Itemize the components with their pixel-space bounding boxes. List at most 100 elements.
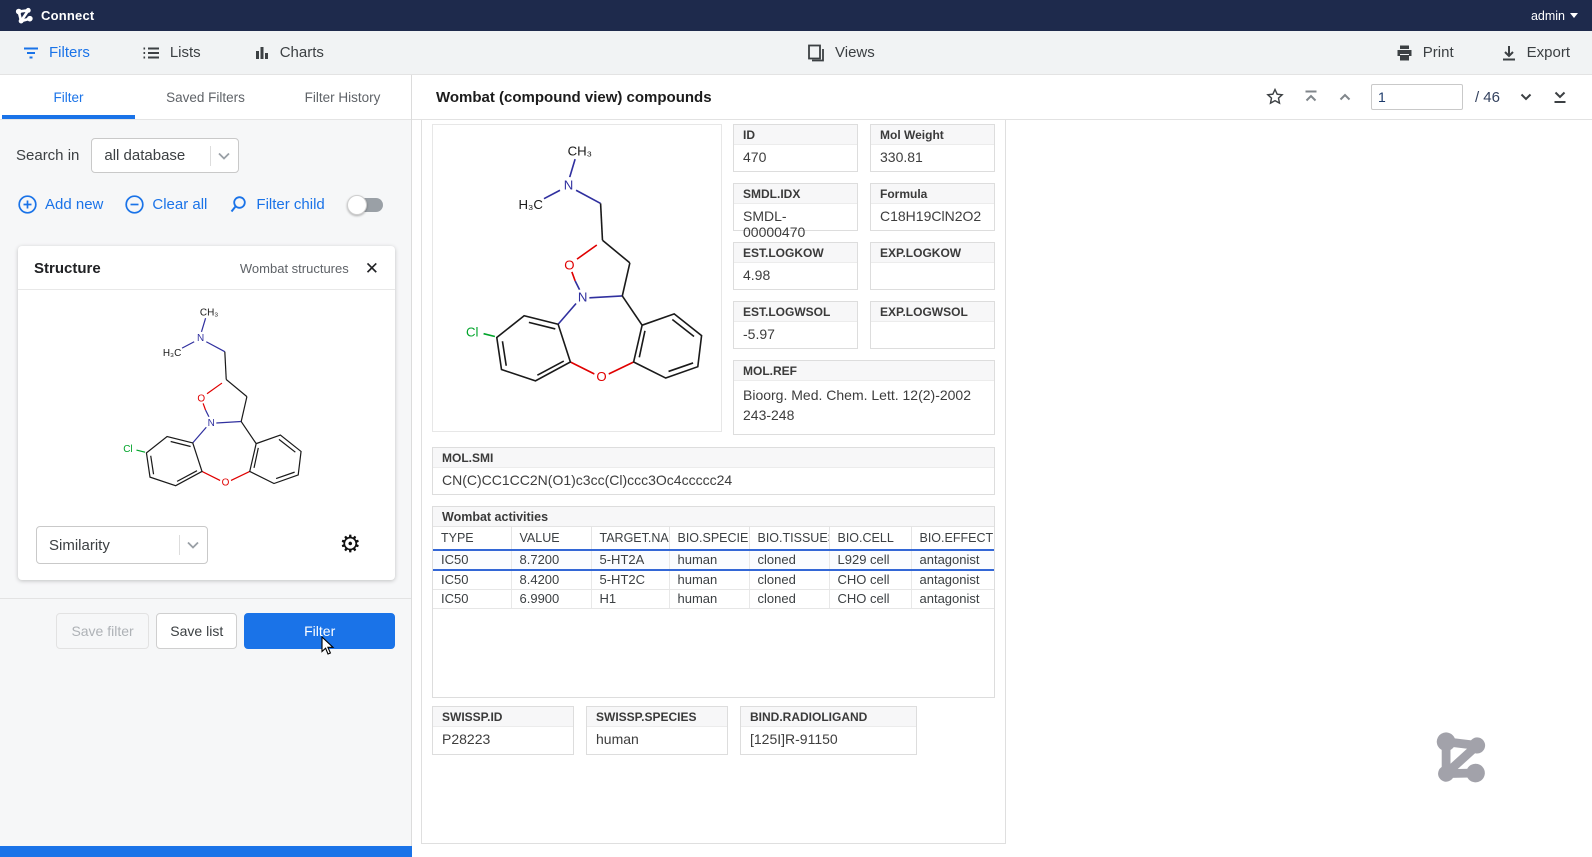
save-list-button[interactable]: Save list — [156, 613, 237, 649]
filter-button[interactable]: Filter — [244, 613, 395, 649]
field-label: EXP.LOGWSOL — [871, 302, 994, 322]
user-menu[interactable]: admin — [1531, 9, 1578, 23]
clear-all-button[interactable]: Clear all — [125, 195, 207, 214]
list-icon — [142, 44, 161, 62]
close-icon[interactable]: ✕ — [365, 260, 379, 277]
search-filter-icon — [229, 195, 248, 214]
field-est-logwsol: EST.LOGWSOL -5.97 — [733, 301, 858, 349]
download-icon — [1500, 44, 1518, 62]
col-bio-species[interactable]: BIO.SPECIES — [669, 527, 749, 550]
table-row[interactable]: IC50 6.9900 H1 human cloned CHO cell ant… — [433, 589, 995, 608]
col-type[interactable]: TYPE — [433, 527, 511, 550]
filter-icon — [22, 44, 40, 62]
cell: 6.9900 — [511, 589, 591, 608]
add-new-button[interactable]: Add new — [18, 195, 103, 214]
table-row[interactable]: IC50 8.4200 5-HT2C human cloned CHO cell… — [433, 570, 995, 590]
cell: cloned — [749, 550, 829, 570]
toolbar-views[interactable]: Views — [806, 43, 875, 63]
col-target-name[interactable]: TARGET.NAME — [591, 527, 669, 550]
col-bio-effect[interactable]: BIO.EFFECT — [911, 527, 995, 550]
molecule-structure-panel[interactable] — [432, 124, 722, 432]
cell: antagonist — [911, 589, 995, 608]
field-value: -5.97 — [734, 322, 857, 350]
cell: 5-HT2A — [591, 550, 669, 570]
connect-logo-icon — [14, 6, 33, 25]
favorite-star-icon[interactable] — [1265, 87, 1285, 107]
field-est-logkow: EST.LOGKOW 4.98 — [733, 242, 858, 290]
col-value[interactable]: VALUE — [511, 527, 591, 550]
toolbar-export-label: Export — [1527, 44, 1570, 61]
activities-title: Wombat activities — [433, 507, 994, 527]
field-label: ID — [734, 125, 857, 145]
filter-child-toggle[interactable] — [349, 198, 383, 212]
similarity-select-value: Similarity — [49, 537, 169, 554]
select-divider — [179, 535, 180, 555]
field-value: 4.98 — [734, 263, 857, 291]
field-value: 470 — [734, 145, 857, 173]
cell: cloned — [749, 570, 829, 590]
next-record-icon[interactable] — [1518, 89, 1534, 105]
toolbar-lists[interactable]: Lists — [142, 44, 201, 62]
tab-filter-history[interactable]: Filter History — [274, 75, 411, 119]
field-value: Bioorg. Med. Chem. Lett. 12(2)-2002 243-… — [734, 381, 994, 434]
cell: 8.7200 — [511, 550, 591, 570]
field-label: EST.LOGWSOL — [734, 302, 857, 322]
cell: CHO cell — [829, 570, 911, 590]
activities-header-row: TYPE VALUE TARGET.NAME BIO.SPECIES BIO.T… — [433, 527, 995, 550]
top-navbar: Connect admin — [0, 0, 1592, 31]
table-row[interactable]: IC50 8.7200 5-HT2A human cloned L929 cel… — [433, 550, 995, 570]
brand[interactable]: Connect — [14, 6, 94, 25]
field-exp-logwsol: EXP.LOGWSOL — [870, 301, 995, 349]
field-smdl-idx: SMDL.IDX SMDL-00000470 — [733, 183, 858, 231]
toolbar-print[interactable]: Print — [1395, 44, 1454, 62]
field-label: Mol Weight — [871, 125, 994, 145]
brand-name: Connect — [41, 8, 94, 23]
main-toolbar: Filters Lists Charts Views — [0, 31, 1592, 75]
tab-saved-filters[interactable]: Saved Filters — [137, 75, 274, 119]
cell: IC50 — [433, 550, 511, 570]
field-value: [125I]R-91150 — [741, 727, 916, 755]
structure-editor-canvas[interactable] — [18, 290, 395, 522]
tab-filter-history-label: Filter History — [305, 90, 381, 105]
field-value: C18H19ClN2O2 — [871, 204, 994, 232]
minus-circle-icon — [125, 195, 144, 214]
field-swissp-species: SWISSP.SPECIES human — [586, 706, 728, 755]
page-number-input[interactable] — [1371, 84, 1463, 110]
clear-all-label: Clear all — [152, 196, 207, 213]
filter-child-button[interactable]: Filter child — [229, 195, 324, 214]
toolbar-export[interactable]: Export — [1500, 44, 1570, 62]
toolbar-charts-label: Charts — [280, 44, 324, 61]
cell: CHO cell — [829, 589, 911, 608]
database-select[interactable]: all database — [91, 138, 239, 173]
cell: cloned — [749, 589, 829, 608]
tab-filter[interactable]: Filter — [0, 75, 137, 119]
col-bio-cell[interactable]: BIO.CELL — [829, 527, 911, 550]
similarity-select[interactable]: Similarity — [36, 526, 208, 564]
app-watermark-logo — [1427, 727, 1489, 789]
field-label: SMDL.IDX — [734, 184, 857, 204]
main-content: Wombat (compound view) compounds / 46 — [412, 75, 1592, 857]
first-record-icon[interactable] — [1303, 89, 1319, 105]
cell: antagonist — [911, 550, 995, 570]
structure-filter-card: Structure Wombat structures ✕ Similarity… — [18, 246, 395, 580]
sidebar-scroll-indicator[interactable] — [0, 846, 412, 857]
field-label: Formula — [871, 184, 994, 204]
toolbar-filters[interactable]: Filters — [22, 44, 90, 62]
toolbar-charts[interactable]: Charts — [253, 44, 324, 62]
views-icon — [806, 43, 826, 63]
molecule-drawing-small — [101, 294, 313, 522]
cell: human — [669, 570, 749, 590]
page-total: / 46 — [1475, 89, 1500, 106]
cell: 5-HT2C — [591, 570, 669, 590]
cell: IC50 — [433, 570, 511, 590]
add-new-label: Add new — [45, 196, 103, 213]
chevron-down-icon — [218, 152, 230, 160]
plus-circle-icon — [18, 195, 37, 214]
last-record-icon[interactable] — [1552, 89, 1568, 105]
toolbar-print-label: Print — [1423, 44, 1454, 61]
settings-gear-icon[interactable]: ⚙ — [339, 533, 361, 557]
previous-record-icon[interactable] — [1337, 89, 1353, 105]
field-label: EST.LOGKOW — [734, 243, 857, 263]
save-filter-button[interactable]: Save filter — [56, 613, 149, 649]
col-bio-tissues[interactable]: BIO.TISSUES — [749, 527, 829, 550]
